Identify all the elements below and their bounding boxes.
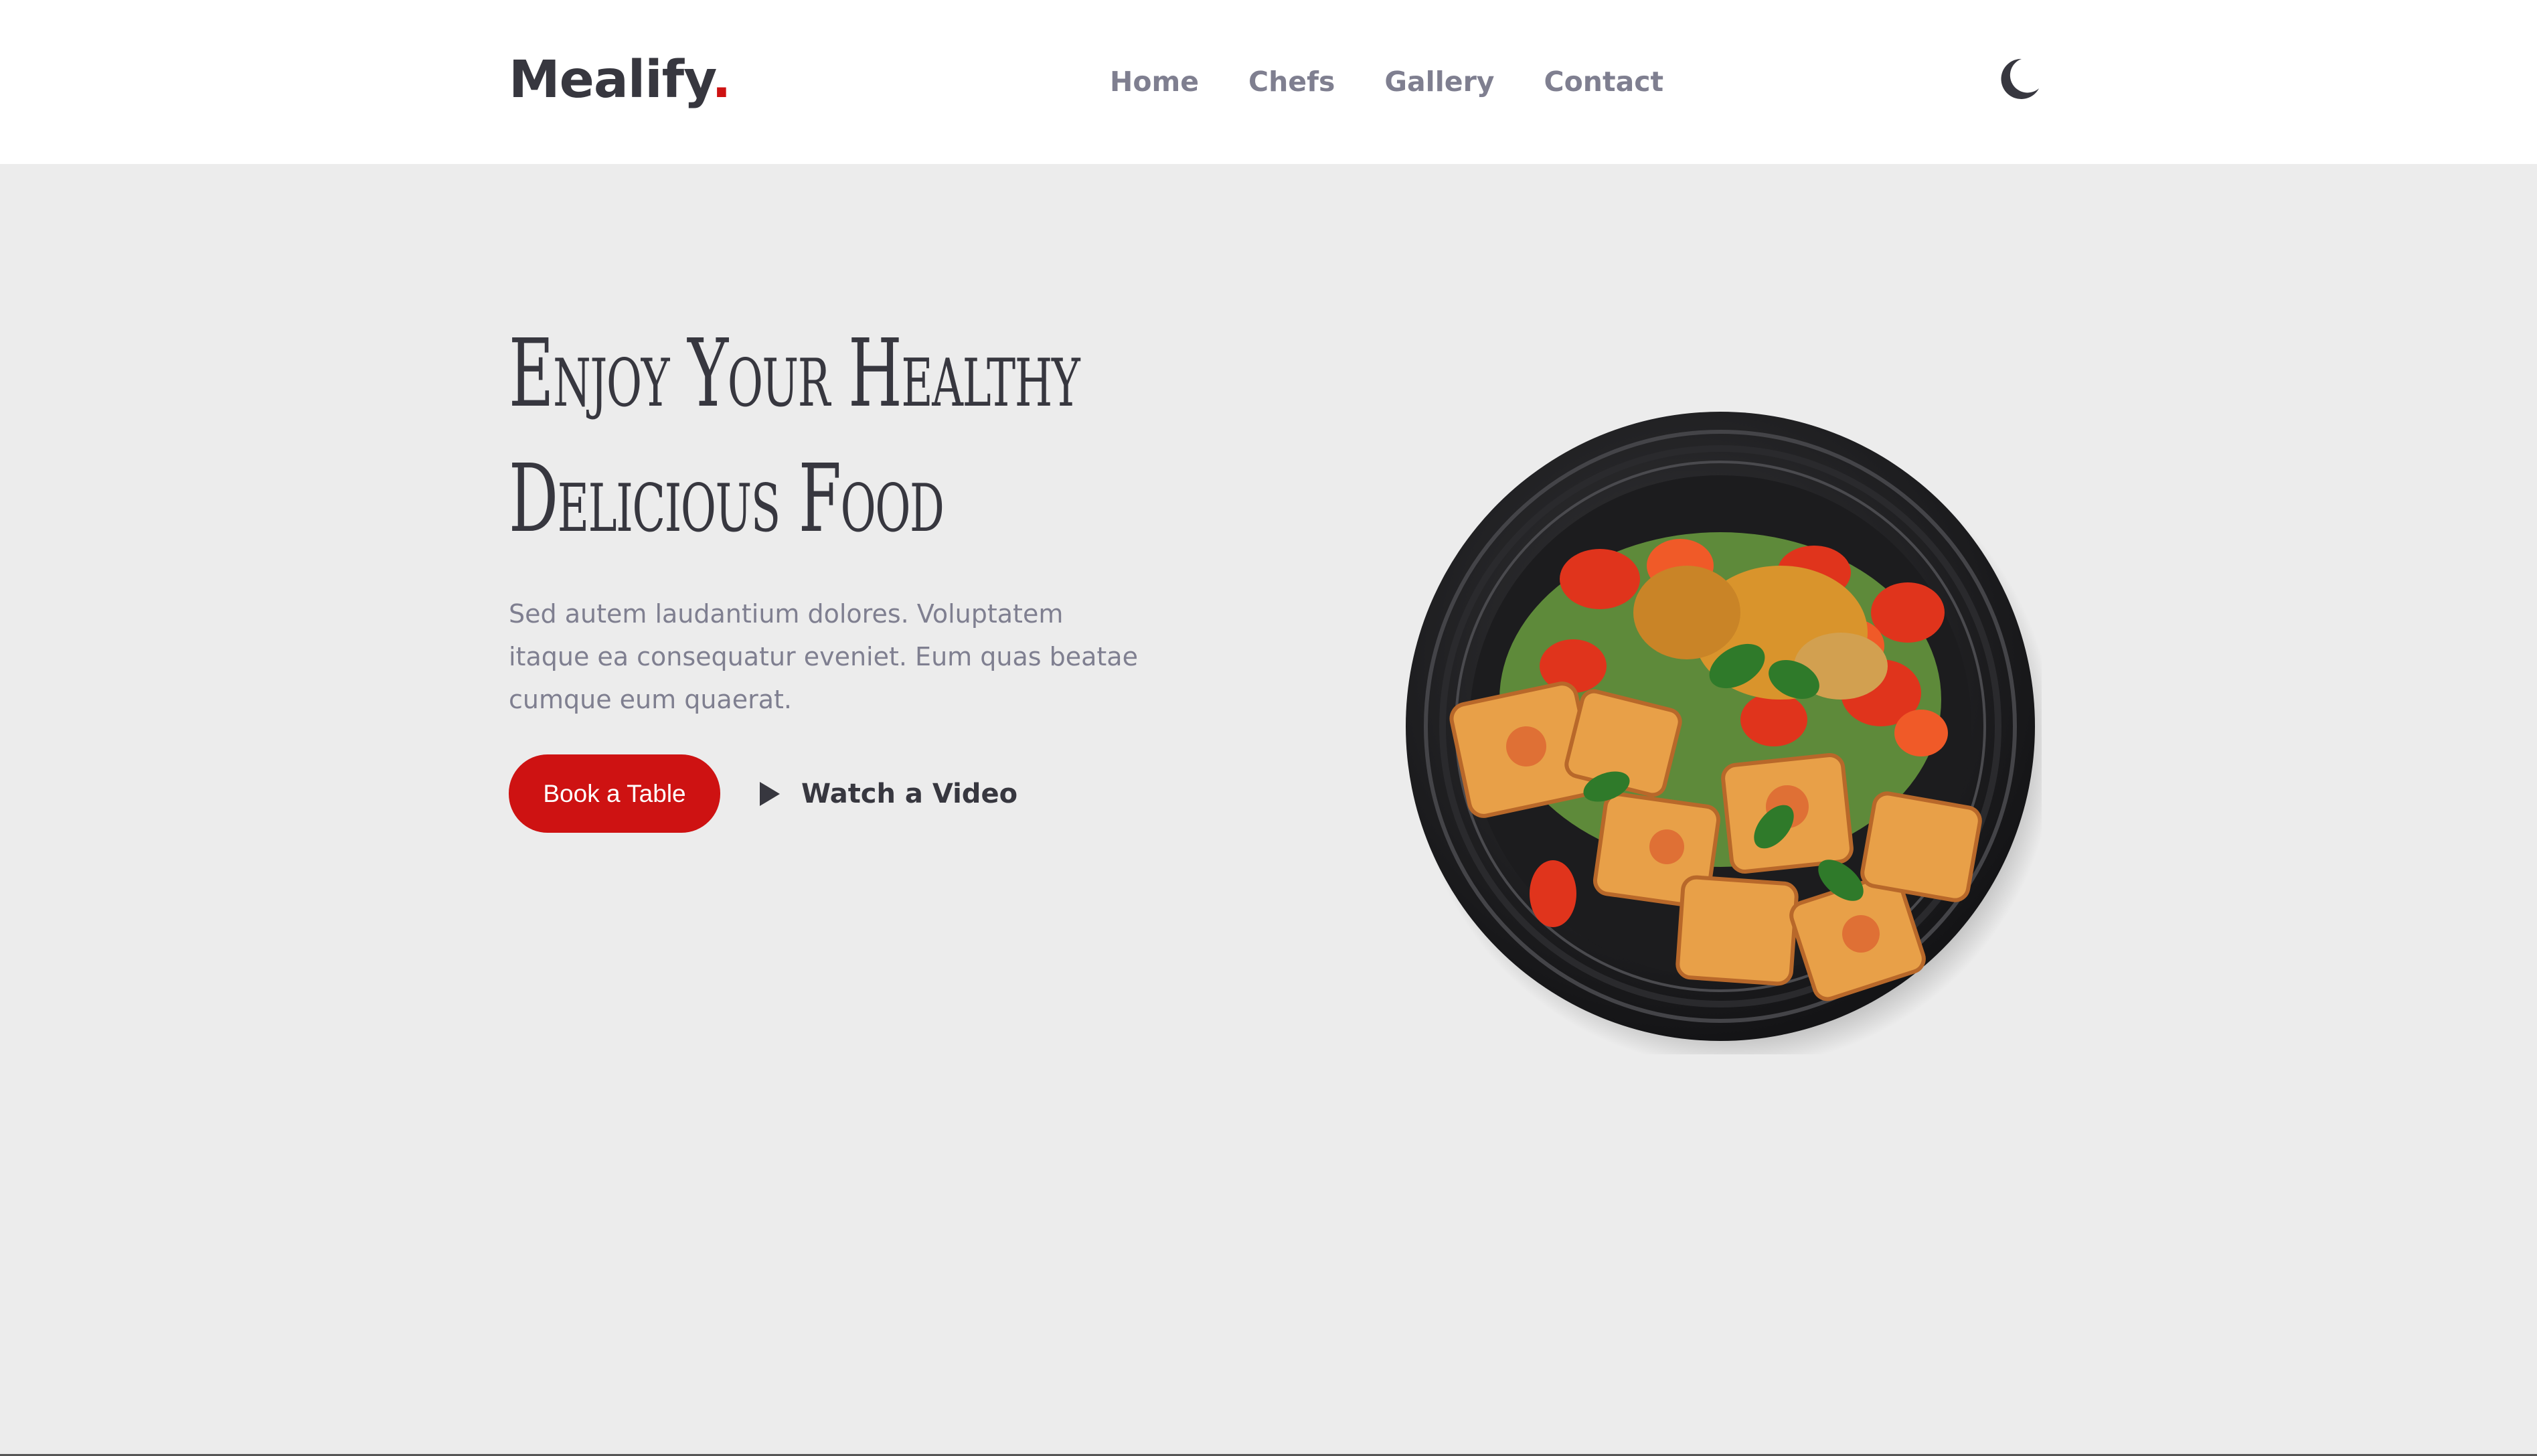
nav-item-home[interactable]: Home	[1110, 66, 1199, 98]
watch-video-button[interactable]: Watch a Video	[758, 769, 1017, 819]
book-table-button[interactable]: Book a Table	[509, 754, 720, 833]
hero-title-line-2: Delicious Food	[509, 444, 945, 554]
logo-text: Mealify	[509, 50, 712, 110]
hero-title-line-1: Enjoy Your Healthy	[509, 319, 1080, 428]
main-nav: Home Chefs Gallery Contact	[1110, 62, 1663, 102]
nav-item-contact[interactable]: Contact	[1544, 66, 1664, 98]
moon-icon	[2001, 58, 2039, 99]
site-logo[interactable]: Mealify.	[509, 47, 731, 114]
hero-section	[0, 164, 2537, 1456]
logo-dot: .	[712, 50, 731, 110]
site-header: Mealify. Home Chefs Gallery Contact	[0, 0, 2537, 164]
nav-item-chefs[interactable]: Chefs	[1248, 66, 1335, 98]
theme-toggle-button[interactable]	[1999, 55, 2043, 102]
food-bowl-image	[1399, 412, 2055, 1068]
nav-item-gallery[interactable]: Gallery	[1384, 66, 1494, 98]
watch-video-label: Watch a Video	[801, 779, 1018, 809]
hero-description: Sed autem laudantium dolores. Voluptatem…	[509, 599, 1138, 714]
play-icon	[760, 782, 780, 806]
hero-title: Enjoy Your Healthy Delicious Food	[509, 311, 1080, 562]
